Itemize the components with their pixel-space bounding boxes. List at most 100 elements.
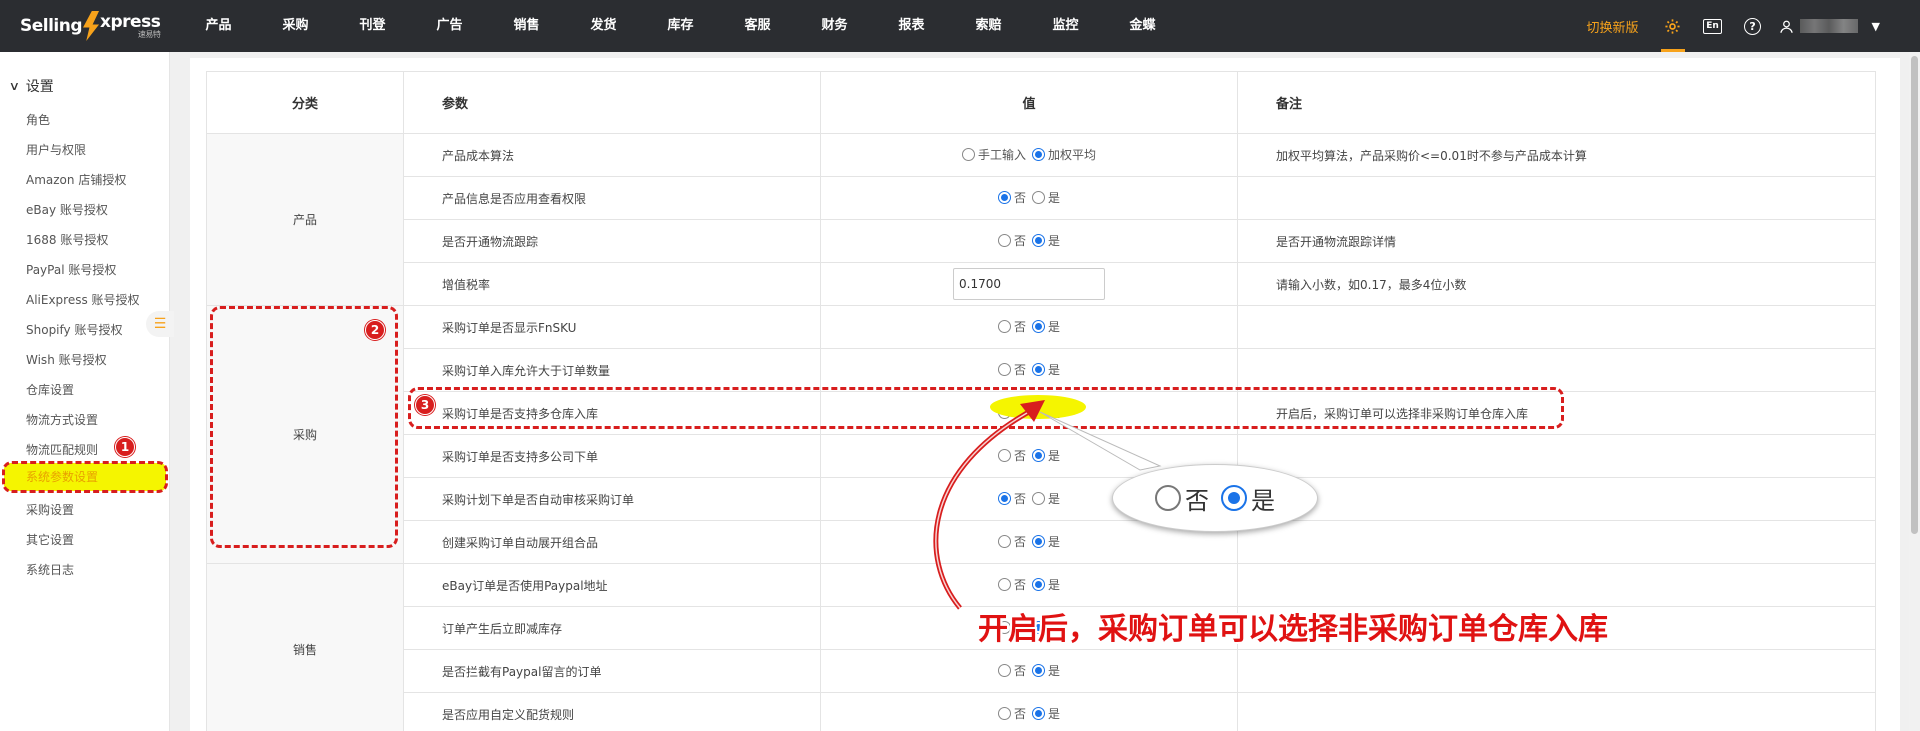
radio-option[interactable]: 是 [1032, 447, 1060, 464]
radio-option[interactable]: 手工输入 [961, 146, 1026, 163]
collapse-sidebar-icon[interactable]: ☰ [146, 311, 174, 337]
radio-option[interactable]: 加权平均 [1032, 146, 1096, 163]
sidebar-item-7[interactable]: Shopify 账号授权 [0, 315, 169, 345]
radio-dot[interactable] [1032, 449, 1045, 462]
nav-item-11[interactable]: 监控 [1027, 0, 1104, 52]
nav-item-2[interactable]: 刊登 [334, 0, 411, 52]
radio-label: 是 [1048, 535, 1061, 549]
nav-item-10[interactable]: 索赔 [950, 0, 1027, 52]
radio-option[interactable]: 是 [1032, 576, 1060, 593]
sidebar-item-14[interactable]: 其它设置 [0, 525, 169, 555]
radio-label: 是 [1048, 449, 1061, 463]
nav-item-8[interactable]: 财务 [796, 0, 873, 52]
radio-option[interactable]: 否 [997, 576, 1026, 593]
radio-option[interactable]: 否 [997, 705, 1026, 722]
radio-dot[interactable] [961, 148, 975, 161]
radio-option[interactable]: 否 [997, 447, 1026, 464]
sidebar-section-settings[interactable]: ∨ 设置 [0, 52, 169, 96]
radio-dot[interactable] [1032, 578, 1045, 591]
param-name: 增值税率 [403, 262, 821, 306]
sidebar-item-6[interactable]: AliExpress 账号授权 [0, 285, 169, 315]
sidebar-item-15[interactable]: 系统日志 [0, 555, 169, 585]
radio-label: 否 [1013, 363, 1026, 377]
sidebar-item-13[interactable]: 采购设置 [0, 495, 169, 525]
logo-text-main: Selling [20, 16, 83, 36]
help-icon[interactable]: ? [1733, 0, 1773, 52]
radio-option[interactable]: 是 [1032, 361, 1060, 378]
vat-rate-input[interactable] [953, 268, 1105, 300]
gear-icon[interactable] [1653, 0, 1693, 52]
radio-option[interactable]: 否 [997, 490, 1026, 507]
sidebar-item-2[interactable]: Amazon 店铺授权 [0, 165, 169, 195]
radio-option[interactable]: 是 [1032, 232, 1060, 249]
nav-item-12[interactable]: 金蝶 [1104, 0, 1181, 52]
radio-dot[interactable] [1032, 191, 1045, 204]
param-value: 否是 [820, 563, 1238, 607]
scrollbar-thumb[interactable] [1911, 56, 1918, 534]
language-en-icon[interactable]: En [1693, 0, 1733, 52]
radio-option[interactable]: 是 [1032, 318, 1060, 335]
switch-new-version-link[interactable]: 切换新版 [1587, 17, 1639, 36]
radio-dot[interactable] [1032, 234, 1045, 247]
radio-option[interactable]: 否 [997, 533, 1026, 550]
radio-option[interactable]: 是 [1032, 705, 1060, 722]
radio-dot[interactable] [1032, 707, 1045, 720]
radio-option[interactable]: 是 [1032, 662, 1060, 679]
radio-dot[interactable] [997, 449, 1011, 462]
param-note [1237, 348, 1876, 392]
callout-text: 开启后，采购订单可以选择非采购订单仓库入库 [978, 612, 1608, 647]
zoom-bubble: 否 是 [1112, 464, 1318, 532]
radio-option[interactable]: 是 [1032, 189, 1060, 206]
radio-dot[interactable] [1032, 664, 1045, 677]
radio-dot[interactable] [997, 535, 1011, 548]
radio-dot[interactable] [1032, 320, 1045, 333]
sidebar-item-9[interactable]: 仓库设置 [0, 375, 169, 405]
radio-dot[interactable] [997, 191, 1011, 204]
sidebar-item-3[interactable]: eBay 账号授权 [0, 195, 169, 225]
table-row: 是否应用自定义配货规则否是 [207, 692, 1876, 731]
radio-dot[interactable] [1032, 148, 1045, 161]
logo-bolt-icon [83, 11, 100, 41]
radio-dot[interactable] [997, 707, 1011, 720]
radio-option[interactable]: 是 [1032, 533, 1060, 550]
radio-dot[interactable] [997, 492, 1011, 505]
sidebar-item-5[interactable]: PayPal 账号授权 [0, 255, 169, 285]
radio-dot[interactable] [997, 578, 1011, 591]
radio-option[interactable]: 是 [1032, 490, 1060, 507]
param-note: 请输入小数，如0.17，最多4位小数 [1237, 262, 1876, 306]
radio-option[interactable]: 否 [997, 361, 1026, 378]
nav-item-4[interactable]: 销售 [488, 0, 565, 52]
table-row: 是否开通物流跟踪否是是否开通物流跟踪详情 [207, 219, 1876, 263]
scrollbar[interactable] [1909, 52, 1920, 731]
radio-option[interactable]: 否 [997, 232, 1026, 249]
logo[interactable]: Selling xpress 速易特 [0, 0, 170, 52]
nav-item-7[interactable]: 客服 [719, 0, 796, 52]
radio-label: 否 [1013, 492, 1026, 506]
nav-item-3[interactable]: 广告 [411, 0, 488, 52]
radio-option[interactable]: 否 [997, 189, 1026, 206]
sidebar-item-1[interactable]: 用户与权限 [0, 135, 169, 165]
nav-item-1[interactable]: 采购 [257, 0, 334, 52]
user-menu[interactable]: ▼ [1773, 0, 1920, 52]
nav-item-9[interactable]: 报表 [873, 0, 950, 52]
sidebar-item-8[interactable]: Wish 账号授权 [0, 345, 169, 375]
radio-dot[interactable] [1032, 535, 1045, 548]
nav-item-5[interactable]: 发货 [565, 0, 642, 52]
sidebar-item-10[interactable]: 物流方式设置 [0, 405, 169, 435]
sidebar-item-4[interactable]: 1688 账号授权 [0, 225, 169, 255]
radio-dot[interactable] [1032, 492, 1045, 505]
radio-dot[interactable] [997, 320, 1011, 333]
radio-dot[interactable] [997, 664, 1011, 677]
radio-dot[interactable] [997, 234, 1011, 247]
radio-label: 否 [1013, 320, 1026, 334]
table-row: 产品 产品成本算法 手工输入 加权平均 加权平均算法，产品采购价<=0.01时不参与产品… [206, 133, 1876, 306]
sidebar-item-0[interactable]: 角色 [0, 105, 169, 135]
nav-item-0[interactable]: 产品 [180, 0, 257, 52]
radio-dot[interactable] [1032, 363, 1045, 376]
nav-item-6[interactable]: 库存 [642, 0, 719, 52]
radio-label: 否 [1013, 578, 1026, 592]
category-cell: 产品 [206, 133, 404, 306]
radio-dot[interactable] [997, 363, 1011, 376]
radio-option[interactable]: 否 [997, 318, 1026, 335]
radio-option[interactable]: 否 [997, 662, 1026, 679]
